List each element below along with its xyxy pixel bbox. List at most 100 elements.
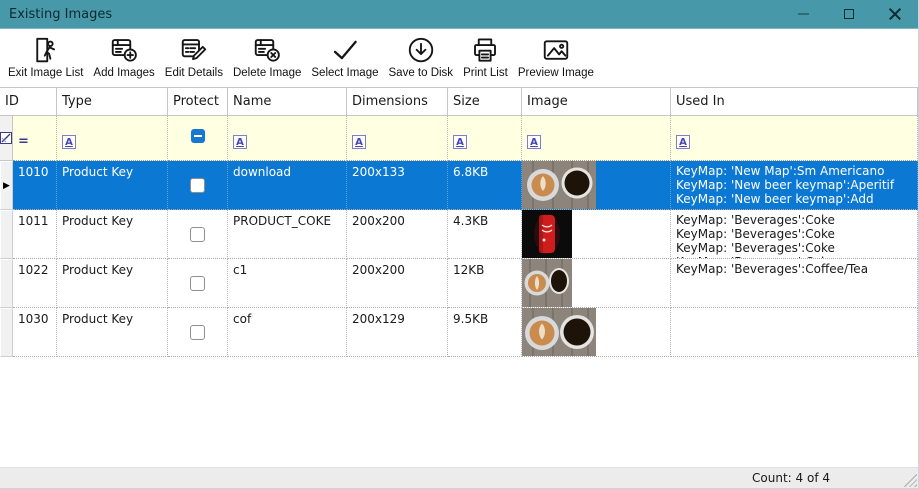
filter-cell-image[interactable]: A bbox=[522, 116, 671, 161]
delete-image-icon bbox=[252, 33, 282, 67]
filter-cell-protect[interactable] bbox=[168, 116, 228, 161]
add-images-icon bbox=[109, 33, 139, 67]
cell-protect bbox=[168, 308, 228, 357]
row-indicator bbox=[0, 210, 13, 259]
column-header-id[interactable]: ID bbox=[0, 87, 57, 116]
cell-used-in: KeyMap: 'New Map':Sm Americano KeyMap: '… bbox=[671, 161, 918, 210]
column-header-used-in[interactable]: Used In bbox=[671, 87, 918, 116]
protect-checkbox[interactable] bbox=[190, 227, 205, 242]
window-title: Existing Images bbox=[0, 7, 112, 22]
checkmark-icon bbox=[330, 33, 360, 67]
save-to-disk-button[interactable]: Save to Disk bbox=[384, 29, 459, 87]
existing-images-window: Existing Images Exit Image List Add Imag… bbox=[0, 0, 919, 489]
column-header-size[interactable]: Size bbox=[448, 87, 522, 116]
printer-icon bbox=[470, 33, 500, 67]
preview-image-button[interactable]: Preview Image bbox=[513, 29, 599, 87]
cell-size: 6.8KB bbox=[448, 161, 522, 210]
coffee-cups-thumbnail bbox=[522, 308, 596, 356]
column-header-dimensions[interactable]: Dimensions bbox=[347, 87, 448, 116]
filter-cell-dimensions[interactable]: A bbox=[347, 116, 448, 161]
add-images-button[interactable]: Add Images bbox=[88, 29, 159, 87]
toolbar: Exit Image List Add Images Edit Details … bbox=[0, 29, 918, 87]
text-filter-icon: A bbox=[527, 135, 541, 149]
indeterminate-checkbox-icon[interactable] bbox=[191, 129, 205, 143]
filter-cell-size[interactable]: A bbox=[448, 116, 522, 161]
text-filter-icon: A bbox=[676, 135, 690, 149]
table-row[interactable]: 1022 Product Key c1 200x200 12KB bbox=[0, 259, 918, 308]
cell-type: Product Key bbox=[57, 161, 168, 210]
cell-size: 9.5KB bbox=[448, 308, 522, 357]
minimize-button[interactable] bbox=[780, 0, 826, 28]
cell-id: 1010 bbox=[13, 161, 57, 210]
used-in-line: KeyMap: 'New beer keymap':Aperitif bbox=[676, 178, 917, 192]
cell-type: Product Key bbox=[57, 259, 168, 308]
select-image-button[interactable]: Select Image bbox=[306, 29, 383, 87]
cell-dimensions: 200x200 bbox=[347, 259, 448, 308]
filter-cell-used-in[interactable]: A bbox=[671, 116, 918, 161]
cell-image bbox=[522, 161, 671, 210]
cell-dimensions: 200x200 bbox=[347, 210, 448, 259]
maximize-button[interactable] bbox=[826, 0, 872, 28]
cell-protect bbox=[168, 210, 228, 259]
column-header-name[interactable]: Name bbox=[228, 87, 347, 116]
delete-image-button[interactable]: Delete Image bbox=[228, 29, 306, 87]
used-in-line: KeyMap: 'Beverages':Coke bbox=[676, 227, 917, 241]
cell-name: cof bbox=[228, 308, 347, 357]
protect-checkbox[interactable] bbox=[190, 325, 205, 340]
filter-row: = A A A A A A bbox=[0, 116, 918, 161]
cell-image bbox=[522, 259, 671, 308]
table-row[interactable]: 1011 Product Key PRODUCT_COKE 200x200 4.… bbox=[0, 210, 918, 259]
cell-image bbox=[522, 308, 671, 357]
edit-filter-icon bbox=[0, 132, 12, 144]
current-row-indicator: ▶ bbox=[0, 161, 13, 210]
resize-grip[interactable] bbox=[904, 474, 917, 487]
download-circle-icon bbox=[406, 33, 436, 67]
text-filter-icon: A bbox=[453, 135, 467, 149]
column-header-type[interactable]: Type bbox=[57, 87, 168, 116]
minimize-icon bbox=[798, 13, 809, 15]
column-header-image[interactable]: Image bbox=[522, 87, 671, 116]
title-bar[interactable]: Existing Images bbox=[0, 0, 918, 29]
used-in-line: KeyMap: 'Beverages':Coke bbox=[676, 241, 917, 255]
close-button[interactable] bbox=[872, 0, 918, 28]
exit-image-list-button[interactable]: Exit Image List bbox=[3, 29, 88, 87]
filter-row-indicator bbox=[0, 116, 13, 161]
edit-details-icon bbox=[179, 33, 209, 67]
edit-details-button[interactable]: Edit Details bbox=[160, 29, 228, 87]
text-filter-icon: A bbox=[62, 135, 76, 149]
cell-used-in bbox=[671, 308, 918, 357]
picture-icon bbox=[541, 33, 571, 67]
used-in-line: KeyMap: 'New beer keymap':Add bbox=[676, 192, 917, 206]
toolbar-button-label: Add Images bbox=[93, 67, 154, 79]
maximize-icon bbox=[844, 9, 854, 19]
equals-operator-icon: = bbox=[18, 134, 29, 149]
cell-id: 1022 bbox=[13, 259, 57, 308]
filter-cell-name[interactable]: A bbox=[228, 116, 347, 161]
coffee-cups-narrow-thumbnail bbox=[522, 259, 572, 307]
filter-cell-type[interactable]: A bbox=[57, 116, 168, 161]
protect-checkbox[interactable] bbox=[190, 276, 205, 291]
cell-type: Product Key bbox=[57, 210, 168, 259]
toolbar-button-label: Exit Image List bbox=[8, 67, 83, 79]
cell-used-in: KeyMap: 'Beverages':Coffee/Tea bbox=[671, 259, 918, 308]
column-header-protect[interactable]: Protect bbox=[168, 87, 228, 116]
table-row[interactable]: ▶ 1010 Product Key download 200x133 6.8K… bbox=[0, 161, 918, 210]
exit-icon bbox=[31, 33, 61, 67]
toolbar-button-label: Select Image bbox=[311, 67, 378, 79]
print-list-button[interactable]: Print List bbox=[458, 29, 513, 87]
row-indicator bbox=[0, 308, 13, 357]
used-in-line: KeyMap: 'Beverages':Coke bbox=[676, 213, 917, 227]
protect-checkbox[interactable] bbox=[190, 178, 205, 193]
cell-image bbox=[522, 210, 671, 259]
cell-id: 1030 bbox=[13, 308, 57, 357]
cell-protect bbox=[168, 259, 228, 308]
cell-id: 1011 bbox=[13, 210, 57, 259]
filter-cell-id[interactable]: = bbox=[13, 116, 57, 161]
row-indicator bbox=[0, 259, 13, 308]
cell-type: Product Key bbox=[57, 308, 168, 357]
coffee-cups-thumbnail bbox=[522, 161, 596, 209]
cell-name: download bbox=[228, 161, 347, 210]
grid-empty-area bbox=[0, 357, 918, 465]
cell-name: c1 bbox=[228, 259, 347, 308]
table-row[interactable]: 1030 Product Key cof 200x129 9.5KB bbox=[0, 308, 918, 357]
